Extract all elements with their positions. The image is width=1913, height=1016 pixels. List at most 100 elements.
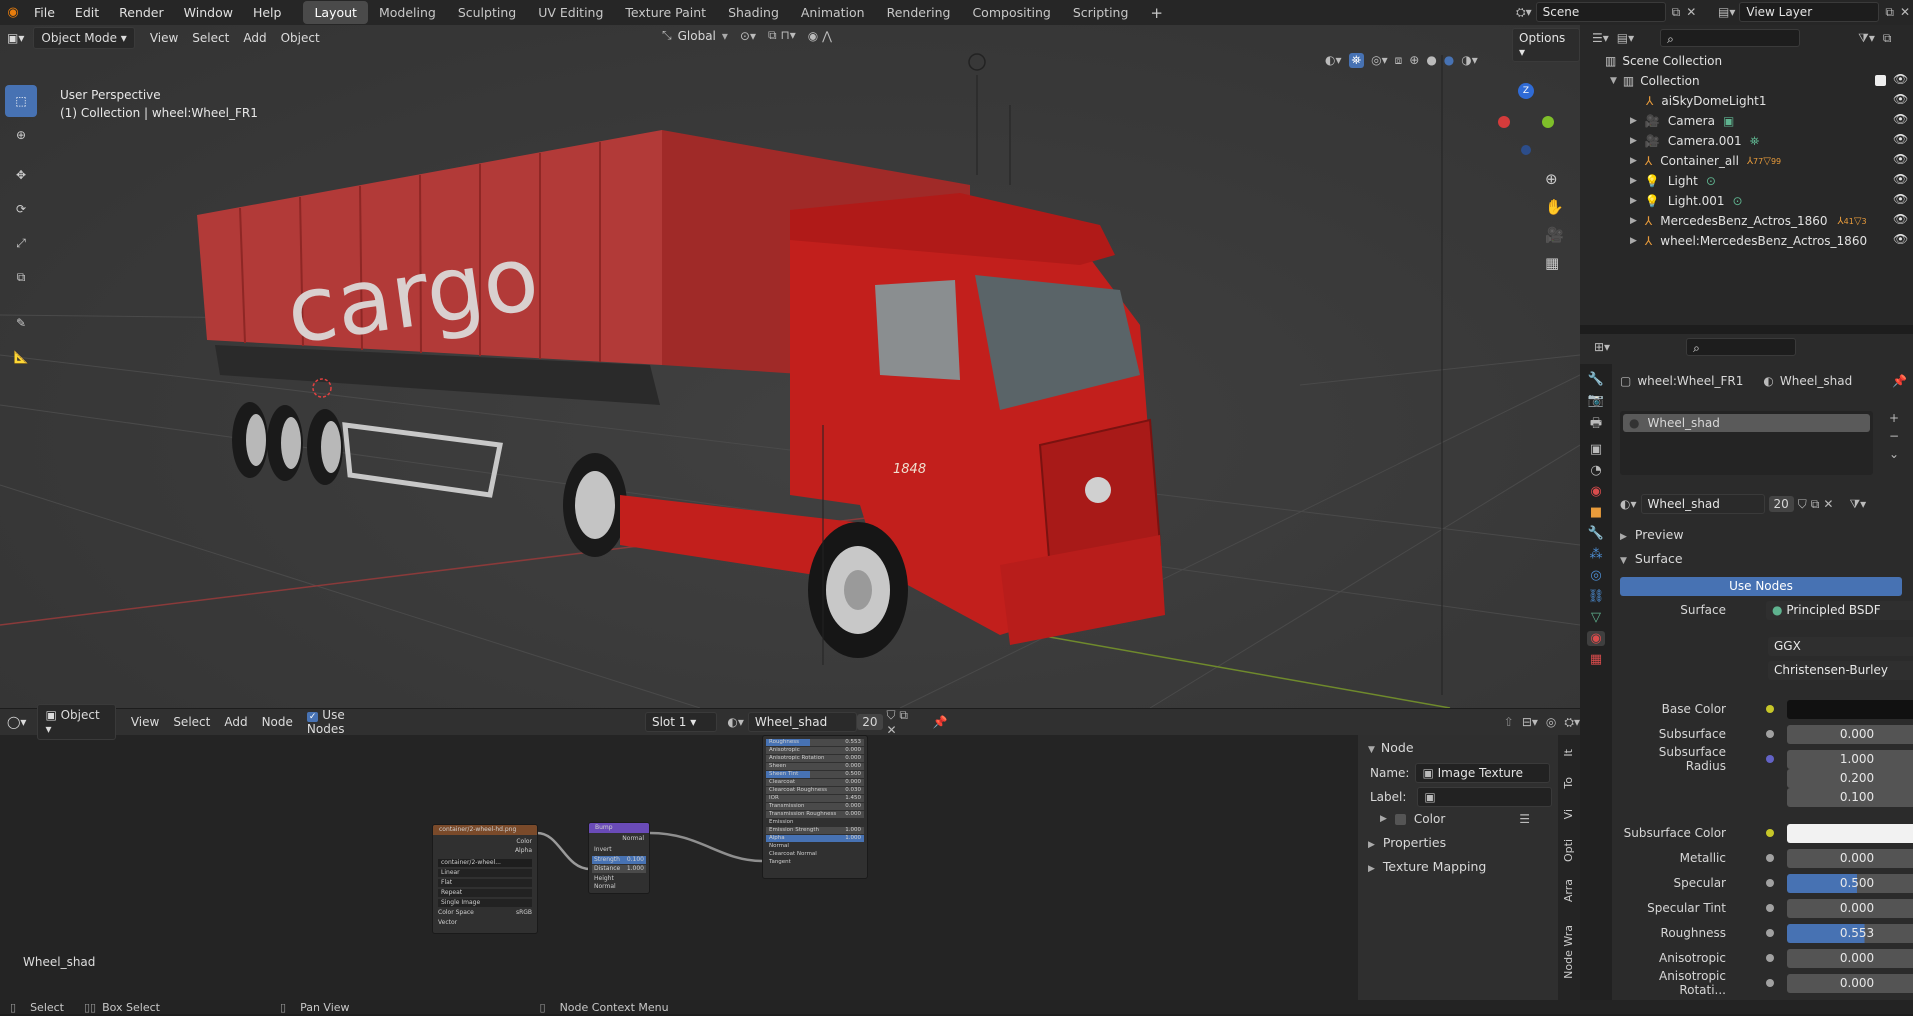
eye-icon[interactable]: 👁 <box>1893 212 1908 226</box>
bsdf-node-row[interactable]: Anisotropic 0.000 <box>766 747 864 754</box>
bsdf-field-value[interactable]: 0.500 <box>1787 873 1913 893</box>
socket-dot-icon[interactable] <box>1766 730 1774 738</box>
eye-icon[interactable]: 👁 <box>1893 152 1908 166</box>
sidebar-tab-view[interactable]: Vi <box>1562 809 1575 819</box>
expand-arrow-icon[interactable]: ▶ <box>1630 136 1637 146</box>
gizmo-toggle-icon[interactable]: ⛯ <box>1348 53 1365 68</box>
bsdf-node-row[interactable]: Clearcoat Roughness 0.030 <box>766 787 864 794</box>
eye-icon[interactable]: 👁 <box>1893 232 1908 246</box>
tab-layout[interactable]: Layout <box>303 1 368 24</box>
new-scene-icon[interactable]: ⧉ <box>1672 5 1681 20</box>
rotate-tool-button[interactable]: ⟳ <box>5 193 37 225</box>
editor-type-icon[interactable]: ▣▾ <box>0 28 31 48</box>
color-checkbox[interactable] <box>1394 813 1406 825</box>
bsdf-field-value[interactable]: 0.100 <box>1787 787 1913 807</box>
parent-tree-icon[interactable]: ⇧ <box>1504 715 1514 729</box>
texture-mapping-subpanel[interactable]: ▶ Texture Mapping <box>1368 859 1486 874</box>
socket-dot-icon[interactable] <box>1766 879 1774 887</box>
add-workspace-button[interactable]: + <box>1139 0 1174 26</box>
view-layer-field[interactable]: View Layer <box>1739 2 1880 22</box>
eye-icon[interactable]: 👁 <box>1893 112 1908 126</box>
bsdf-node-row[interactable]: Transmission 0.000 <box>766 803 864 810</box>
socket-dot-icon[interactable] <box>1766 929 1774 937</box>
bsdf-field-value[interactable]: 0.000 <box>1787 724 1913 744</box>
menu-render[interactable]: Render <box>109 5 174 20</box>
outliner-item[interactable]: ▶ 💡 Light ⊙ 👁 <box>1580 171 1913 191</box>
selectability-icon[interactable]: ◐▾ <box>1325 53 1342 68</box>
scale-tool-button[interactable]: ⤢ <box>5 227 37 259</box>
node-editor[interactable]: ◯▾ ▣ Object ▾ View Select Add Node ✓ Use… <box>0 704 1580 1000</box>
display-mode-icon[interactable]: ▤▾ <box>1617 31 1634 45</box>
strength-field[interactable]: Strength 0.100 <box>592 856 646 864</box>
pivot-icon[interactable]: ⊙▾ <box>740 29 756 43</box>
outliner-item[interactable]: ⅄ aiSkyDomeLight1 👁 <box>1580 91 1913 111</box>
eye-icon[interactable]: 👁 <box>1893 92 1908 106</box>
bsdf-node-row[interactable]: Sheen Tint 0.500 <box>766 771 864 778</box>
bsdf-field-value[interactable]: 0.000 <box>1787 948 1913 968</box>
bsdf-field-value[interactable]: 0.200 <box>1787 768 1913 788</box>
select-tool-button[interactable]: ⬚ <box>5 85 37 117</box>
node-panel-header[interactable]: ▼ Node <box>1368 740 1414 755</box>
snap-toggle-icon[interactable]: ⊟▾ <box>1522 715 1538 729</box>
bsdf-field-value[interactable]: 0.000 <box>1787 848 1913 868</box>
viewport-menu-add[interactable]: Add <box>236 28 273 48</box>
delete-view-layer-icon[interactable]: ✕ <box>1900 5 1910 19</box>
new-view-layer-icon[interactable]: ⧉ <box>1885 5 1894 20</box>
collection-eye-icon[interactable]: 👁 <box>1893 72 1908 86</box>
xray-icon[interactable]: ⧈ <box>1395 53 1403 68</box>
bsdf-field-value[interactable] <box>1787 823 1913 843</box>
bsdf-node-row[interactable]: Anisotropic Rotation 0.000 <box>766 755 864 762</box>
bsdf-node-row[interactable]: Clearcoat Normal <box>766 851 864 858</box>
bsdf-node-row[interactable]: Emission <box>766 819 864 826</box>
interpolation-dropdown[interactable]: Linear <box>438 869 532 877</box>
sidebar-tab-arrange[interactable]: Arra <box>1562 879 1575 902</box>
bsdf-node-row[interactable]: Clearcoat 0.000 <box>766 779 864 786</box>
move-tool-button[interactable]: ✥ <box>5 159 37 191</box>
zoom-icon[interactable]: ⊕ <box>1545 170 1564 188</box>
proportional-edit-icon[interactable]: ◉ ⋀ <box>808 29 832 43</box>
object-mode-dropdown[interactable]: Object Mode ▾ <box>33 27 135 49</box>
sidebar-tab-item[interactable]: It <box>1562 749 1575 757</box>
menu-window[interactable]: Window <box>174 5 243 20</box>
tab-animation[interactable]: Animation <box>790 1 876 24</box>
collection-checkbox[interactable] <box>1875 75 1886 86</box>
gizmo-neg-z[interactable] <box>1521 145 1531 155</box>
outliner-item[interactable]: ▶ ⅄ MercedesBenz_Actros_1860 ⅄41▽3 👁 <box>1580 211 1913 231</box>
material-shading-icon[interactable]: ● <box>1444 53 1454 68</box>
tab-scripting[interactable]: Scripting <box>1062 1 1140 24</box>
viewport-menu-select[interactable]: Select <box>185 28 236 48</box>
outliner-item[interactable]: ▶ ⅄ Container_all ⅄77▽99 👁 <box>1580 151 1913 171</box>
delete-scene-icon[interactable]: ✕ <box>1686 5 1696 19</box>
eye-icon[interactable]: 👁 <box>1893 132 1908 146</box>
socket-dot-icon[interactable] <box>1766 705 1774 713</box>
bsdf-field-value[interactable]: 0.553 <box>1787 923 1913 943</box>
overlay-icon[interactable]: ◎ <box>1546 715 1556 729</box>
bsdf-field-value[interactable]: 0.000 <box>1787 898 1913 918</box>
sidebar-tab-options[interactable]: Opti <box>1562 839 1575 862</box>
image-field[interactable]: container/2-wheel... <box>438 859 532 867</box>
bsdf-node-row[interactable]: Transmission Roughness 0.000 <box>766 811 864 818</box>
collection-row[interactable]: ▼ ▥ Collection 👁 <box>1580 71 1913 91</box>
expand-arrow-icon[interactable]: ▶ <box>1630 176 1637 186</box>
outliner-type-icon[interactable]: ☰▾ <box>1592 31 1609 45</box>
menu-help[interactable]: Help <box>243 5 292 20</box>
node-label-field[interactable]: ▣ <box>1417 787 1553 807</box>
source-dropdown[interactable]: Single Image <box>438 899 532 907</box>
expand-arrow-icon[interactable]: ▶ <box>1630 116 1637 126</box>
transform-orientation-dropdown[interactable]: ⤡ Global ▾ ⊙▾ ⧉ ⊓▾ ◉ ⋀ <box>662 28 832 43</box>
socket-dot-icon[interactable] <box>1766 979 1774 987</box>
bsdf-node-row[interactable]: Tangent <box>766 859 864 866</box>
bsdf-node-row[interactable]: Sheen 0.000 <box>766 763 864 770</box>
scene-name-field[interactable]: Scene <box>1535 2 1666 22</box>
tab-modeling[interactable]: Modeling <box>368 1 447 24</box>
outliner-item[interactable]: ▶ 🎥 Camera ▣ 👁 <box>1580 111 1913 131</box>
transform-tool-button[interactable]: ⧉ <box>5 261 37 293</box>
expand-arrow-icon[interactable]: ▶ <box>1630 236 1637 246</box>
blender-logo-icon[interactable]: ◉ <box>2 2 24 24</box>
gizmo-x-axis[interactable] <box>1498 116 1510 128</box>
bsdf-node-row[interactable]: IOR 1.450 <box>766 795 864 802</box>
color-subpanel[interactable]: ▶ Color ☰ <box>1380 812 1530 826</box>
tab-compositing[interactable]: Compositing <box>961 1 1061 24</box>
invert-checkbox[interactable]: Invert <box>589 844 649 855</box>
gizmo-z-axis[interactable]: Z <box>1518 83 1534 99</box>
